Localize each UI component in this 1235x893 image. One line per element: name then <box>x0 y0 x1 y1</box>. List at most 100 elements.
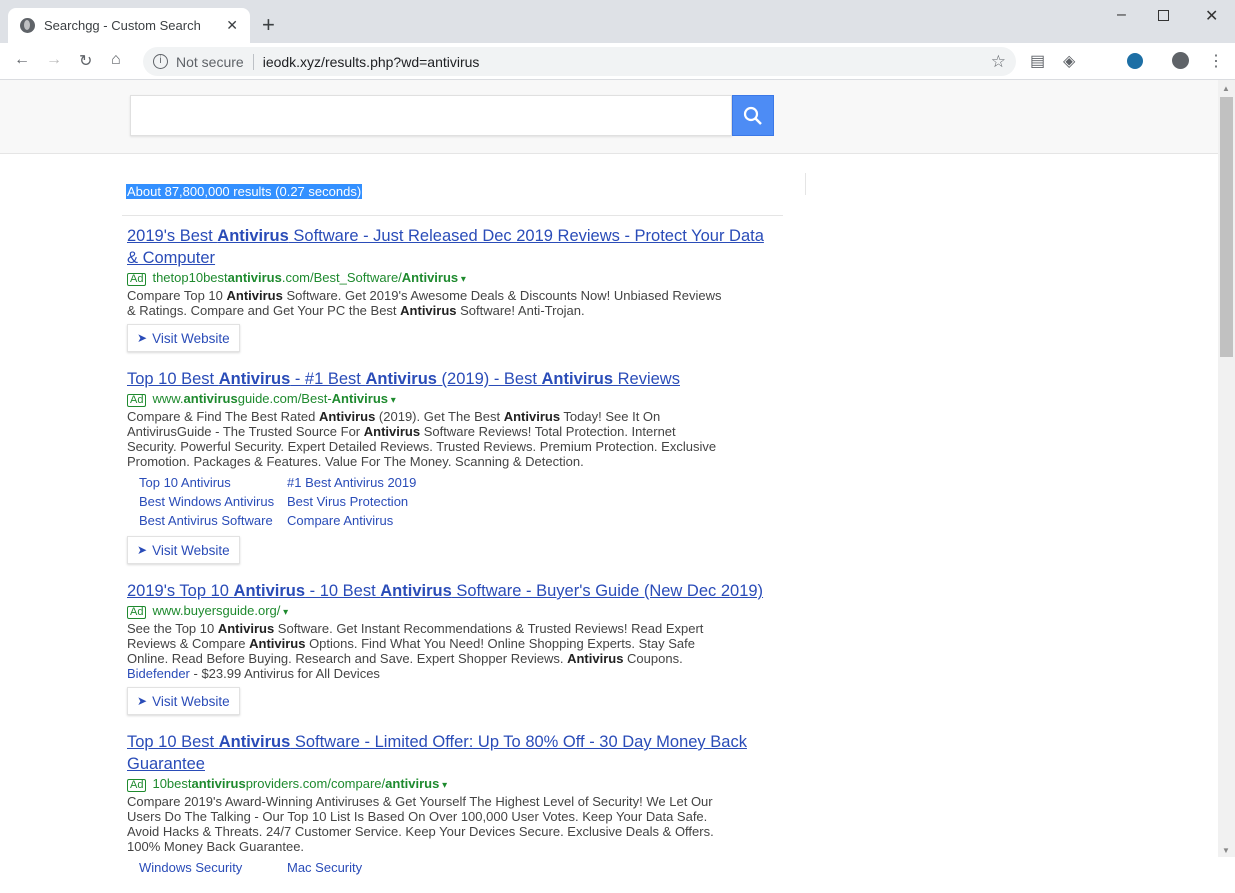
keyword-bold: Antivirus <box>363 424 421 439</box>
url-text[interactable]: ieodk.xyz/results.php?wd=antivirus <box>263 54 480 70</box>
result-title-link[interactable]: 2019's Best Antivirus Software - Just Re… <box>127 225 767 269</box>
back-icon[interactable]: ← <box>14 51 30 69</box>
result-url: Ad www.antivirusguide.com/Best-Antivirus … <box>127 391 767 409</box>
text-segment: Top 10 Best <box>127 370 219 388</box>
arrow-icon: ➤ <box>137 331 148 345</box>
sitelink[interactable]: #1 Best Antivirus 2019 <box>287 473 447 492</box>
menu-icon[interactable]: ⋮ <box>1208 51 1224 71</box>
maximize-icon[interactable] <box>1158 10 1169 21</box>
divider <box>805 173 806 195</box>
text-segment: See the Top 10 <box>127 621 218 636</box>
result-title-link[interactable]: Top 10 Best Antivirus - #1 Best Antiviru… <box>127 368 767 390</box>
keyword-bold: Antivirus <box>226 288 283 303</box>
text-segment: www.buyersguide.org/ <box>152 603 281 618</box>
dropdown-caret-icon[interactable]: ▾ <box>439 780 447 791</box>
extension-icon[interactable] <box>1127 53 1143 69</box>
globe-icon <box>20 18 35 33</box>
keyword-bold: Antivirus <box>401 270 459 285</box>
sitelink[interactable]: Best Windows Antivirus <box>139 492 287 511</box>
text-segment: providers.com/compare/ <box>245 776 386 791</box>
keyword-bold: Antivirus <box>318 409 376 424</box>
keyword-bold: antivirus <box>191 776 246 791</box>
close-icon[interactable]: ✕ <box>226 17 238 34</box>
sitelink[interactable]: Compare Antivirus <box>287 511 447 530</box>
keyword-bold: Antivirus <box>218 370 291 388</box>
divider <box>252 53 254 70</box>
browser-tab[interactable]: Searchgg - Custom Search ✕ <box>8 8 250 43</box>
sitelink[interactable]: Best Virus Protection <box>287 492 447 511</box>
extra-link[interactable]: Bidefender <box>127 666 190 681</box>
text-segment: Compare Top 10 <box>127 288 227 303</box>
info-icon[interactable]: i <box>153 54 168 69</box>
sitelink[interactable]: Top 10 Antivirus <box>139 473 287 492</box>
search-button[interactable] <box>732 95 774 136</box>
scrollbar-thumb[interactable] <box>1220 97 1233 357</box>
visit-website-button[interactable]: ➤ Visit Website <box>127 324 240 352</box>
minimize-icon[interactable]: – <box>1117 6 1126 24</box>
result-title-link[interactable]: 2019's Top 10 Antivirus - 10 Best Antivi… <box>127 580 767 602</box>
profile-icon[interactable] <box>1172 52 1189 69</box>
arrow-icon: ➤ <box>137 543 148 557</box>
sitelink[interactable]: Windows Security <box>139 858 287 877</box>
sitelink[interactable]: Best Antivirus Software <box>139 511 287 530</box>
keyword-bold: Antivirus <box>541 370 614 388</box>
visit-label: Visit Website <box>152 330 230 346</box>
reload-icon[interactable]: ↻ <box>79 51 92 71</box>
text-segment: Software! Anti-Trojan. <box>456 303 585 318</box>
extension-icon[interactable]: ◈ <box>1063 51 1075 71</box>
result-item: 2019's Top 10 Antivirus - 10 Best Antivi… <box>127 580 767 715</box>
keyword-bold: Antivirus <box>249 636 306 651</box>
scroll-down-icon[interactable]: ▼ <box>1222 846 1230 855</box>
home-icon[interactable]: ⌂ <box>111 51 121 69</box>
result-item: 2019's Best Antivirus Software - Just Re… <box>127 225 767 352</box>
forward-icon[interactable]: → <box>46 51 62 69</box>
keyword-bold: Antivirus <box>503 409 561 424</box>
keyword-bold: Antivirus <box>365 370 437 388</box>
results-list: 2019's Best Antivirus Software - Just Re… <box>127 225 767 893</box>
dropdown-caret-icon[interactable]: ▾ <box>388 395 396 406</box>
result-stats: About 87,800,000 results (0.27 seconds) <box>126 184 363 199</box>
result-url: Ad www.buyersguide.org/ ▾ <box>127 603 767 621</box>
result-url: Ad 10bestantivirusproviders.com/compare/a… <box>127 776 767 794</box>
star-icon[interactable]: ☆ <box>991 52 1006 72</box>
plus-icon[interactable]: + <box>262 12 275 38</box>
text-segment: 10best <box>152 776 192 791</box>
text-segment: 2019's Top 10 <box>127 582 234 600</box>
text-segment: (2019) - Best <box>436 370 542 388</box>
visit-website-button[interactable]: ➤ Visit Website <box>127 536 240 564</box>
tab-title: Searchgg - Custom Search <box>44 18 201 33</box>
ad-badge: Ad <box>127 394 147 407</box>
keyword-bold: Antivirus <box>217 621 275 636</box>
browser-toolbar: ← → ↻ ⌂ i Not secure ieodk.xyz/results.p… <box>0 43 1235 80</box>
ad-badge: Ad <box>127 273 147 286</box>
search-header <box>0 80 1218 154</box>
dropdown-caret-icon[interactable]: ▾ <box>458 274 466 285</box>
visit-website-button[interactable]: ➤ Visit Website <box>127 687 240 715</box>
text-segment: - 10 Best <box>305 582 381 600</box>
result-item: Top 10 Best Antivirus Software - Limited… <box>127 731 767 877</box>
result-title-link[interactable]: Top 10 Best Antivirus Software - Limited… <box>127 731 767 775</box>
keyword-bold: Antivirus <box>233 582 306 600</box>
sitelinks: Windows Security Mac Security <box>139 858 767 877</box>
result-description: Compare Top 10 Antivirus Software. Get 2… <box>127 288 727 318</box>
text-segment: www. <box>152 391 184 406</box>
keyword-bold: Antivirus <box>567 651 624 666</box>
address-bar[interactable]: i Not secure ieodk.xyz/results.php?wd=an… <box>143 47 1016 76</box>
text-segment: thetop10best <box>152 270 228 285</box>
extension-icon[interactable]: ▤ <box>1030 51 1045 71</box>
text-segment: Compare & Find The Best Rated <box>127 409 319 424</box>
ad-badge: Ad <box>127 606 147 619</box>
keyword-bold: antivirus <box>227 270 282 285</box>
dropdown-caret-icon[interactable]: ▾ <box>280 607 288 618</box>
keyword-bold: Antivirus <box>400 303 457 318</box>
scrollbar[interactable]: ▲ ▼ <box>1218 80 1235 857</box>
sitelink[interactable]: Mac Security <box>287 858 447 877</box>
text-segment: Reviews <box>613 370 680 388</box>
text-segment: Software - Buyer's Guide (New Dec 2019) <box>451 582 764 600</box>
result-url: Ad thetop10bestantivirus.com/Best_Softwar… <box>127 270 767 288</box>
search-icon <box>743 106 762 125</box>
scroll-up-icon[interactable]: ▲ <box>1222 84 1230 93</box>
keyword-bold: Antivirus <box>218 733 291 751</box>
window-close-icon[interactable]: ✕ <box>1205 6 1218 26</box>
search-input[interactable] <box>130 95 732 136</box>
